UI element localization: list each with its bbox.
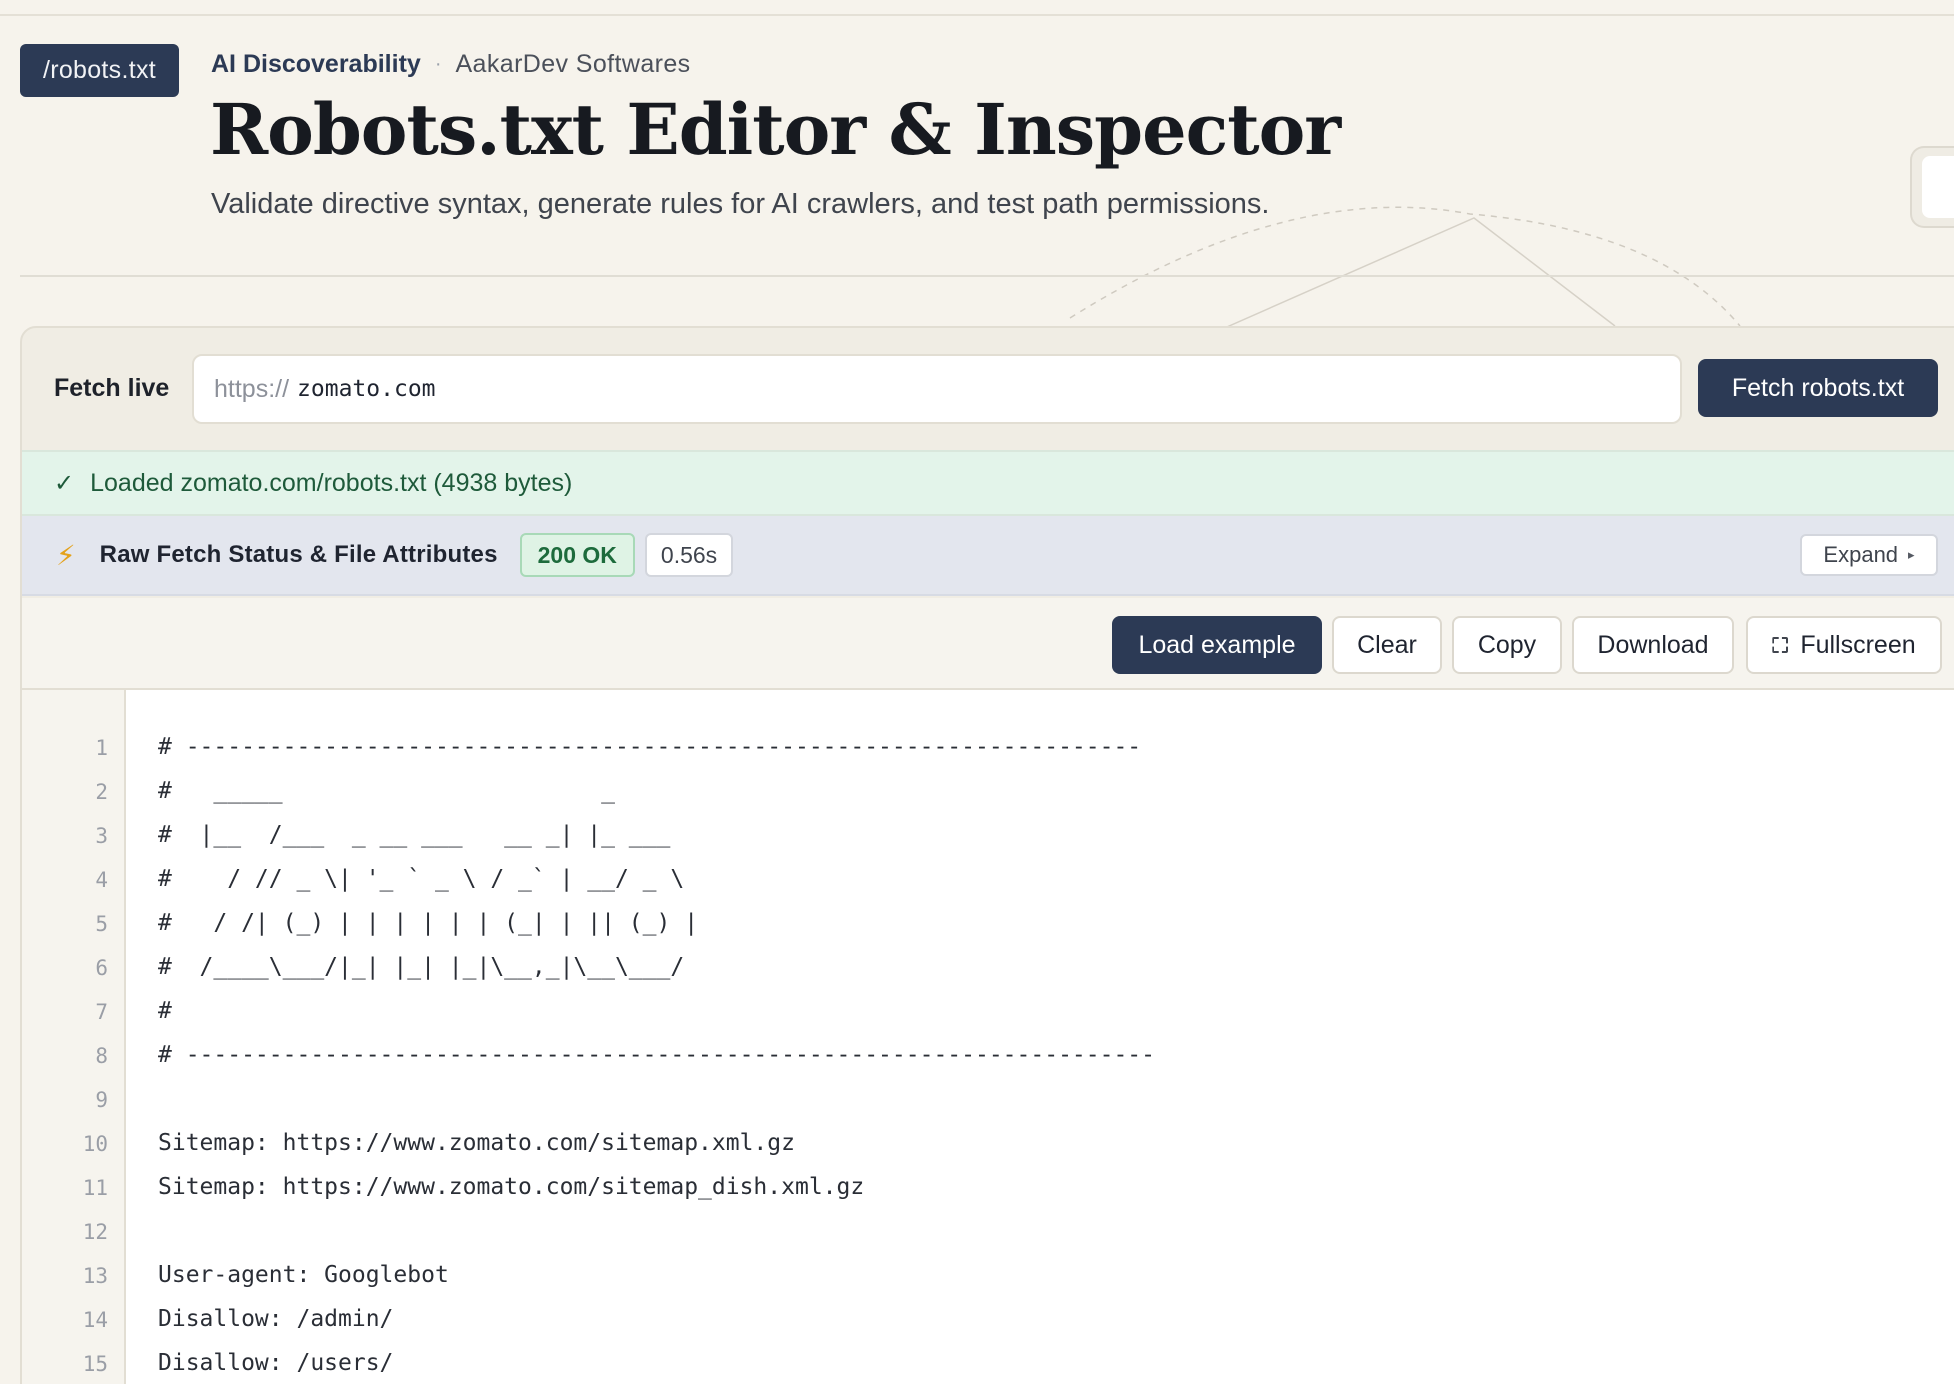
- side-panel-edge: [1910, 146, 1954, 228]
- fetch-status-bar[interactable]: ⚡ Raw Fetch Status & File Attributes 200…: [22, 516, 1954, 596]
- line-number: 11: [82, 1176, 108, 1200]
- breadcrumb-company: AakarDev Softwares: [455, 49, 691, 78]
- line-number: 13: [82, 1264, 108, 1288]
- page-title: Robots.txt Editor & Inspector: [210, 88, 1341, 171]
- lightning-bolt-icon: ⚡: [56, 539, 76, 571]
- expand-label: Expand: [1823, 542, 1899, 567]
- fetch-row: Fetch live https:// Fetch robots.txt: [22, 328, 1954, 450]
- line-number: 10: [82, 1132, 108, 1156]
- breadcrumb: AI Discoverability · AakarDev Softwares: [211, 48, 691, 80]
- line-number: 8: [95, 1044, 108, 1068]
- top-divider: [0, 14, 1954, 16]
- response-time-badge: 0.56s: [644, 533, 734, 577]
- load-example-button[interactable]: Load example: [1112, 616, 1322, 674]
- code-line: Sitemap: https://www.zomato.com/sitemap.…: [158, 1130, 795, 1156]
- breadcrumb-category[interactable]: AI Discoverability: [211, 50, 421, 79]
- code-line: User-agent: Googlebot: [158, 1262, 449, 1288]
- fetch-status-title: Raw Fetch Status & File Attributes: [99, 541, 498, 568]
- url-input[interactable]: [297, 376, 1498, 402]
- code-line: # _____ _: [158, 778, 615, 804]
- url-prefix: https://: [214, 374, 290, 403]
- code-line: # |__ /___ _ __ ___ __ _| |_ ___: [158, 822, 671, 848]
- fetch-live-label: Fetch live: [54, 374, 170, 402]
- chevron-right-icon: ▸: [1908, 547, 1915, 562]
- line-number: 3: [95, 824, 108, 848]
- code-line: # --------------------------------------…: [158, 734, 1142, 760]
- url-field[interactable]: https://: [192, 354, 1682, 424]
- code-line: Sitemap: https://www.zomato.com/sitemap_…: [158, 1174, 865, 1200]
- line-number: 4: [95, 868, 108, 892]
- fullscreen-button[interactable]: Fullscreen: [1746, 616, 1942, 674]
- line-number: 12: [82, 1220, 108, 1244]
- line-number: 2: [95, 780, 108, 804]
- editor-panel: Fetch live https:// Fetch robots.txt ✓ L…: [20, 326, 1954, 1384]
- line-number: 5: [95, 912, 108, 936]
- code-line: Disallow: /admin/: [158, 1306, 394, 1332]
- line-number: 1: [95, 736, 108, 760]
- expand-button[interactable]: Expand ▸: [1800, 534, 1938, 576]
- code-line: # --------------------------------------…: [158, 1042, 1155, 1068]
- line-number: 15: [82, 1352, 108, 1376]
- code-line: #: [158, 998, 172, 1024]
- success-message: Loaded zomato.com/robots.txt (4938 bytes…: [90, 468, 573, 497]
- success-banner: ✓ Loaded zomato.com/robots.txt (4938 byt…: [22, 450, 1954, 516]
- line-number: 7: [95, 1000, 108, 1024]
- code-line: Disallow: /users/: [158, 1350, 394, 1376]
- robots-txt-badge: /robots.txt: [20, 44, 179, 97]
- status-code-badge: 200 OK: [519, 533, 635, 577]
- line-number: 9: [95, 1088, 108, 1112]
- header-divider: [20, 275, 1954, 277]
- fullscreen-icon: [1772, 637, 1789, 653]
- line-number: 6: [95, 956, 108, 980]
- decorative-graphic: [1069, 206, 1741, 330]
- code-editor[interactable]: 1 2 3 4 5 6 7 8 9 10 11 12 13 14 15 # --…: [22, 690, 1954, 1384]
- code-line: # /____\___/|_| |_| |_|\__,_|\__\___/: [158, 954, 685, 980]
- line-number: 14: [82, 1308, 108, 1332]
- fullscreen-label: Fullscreen: [1800, 630, 1916, 659]
- clear-button[interactable]: Clear: [1332, 616, 1442, 674]
- breadcrumb-separator: ·: [434, 52, 442, 75]
- copy-button[interactable]: Copy: [1452, 616, 1562, 674]
- editor-toolbar: Load example Clear Copy Download Fullscr…: [22, 598, 1954, 690]
- fetch-robots-button[interactable]: Fetch robots.txt: [1698, 359, 1938, 417]
- line-number-gutter: 1 2 3 4 5 6 7 8 9 10 11 12 13 14 15: [22, 690, 126, 1384]
- code-line: # / /| (_) | | | | | | (_| | || (_) |: [158, 910, 699, 936]
- code-line: # / // _ \| '_ ` _ \ / _` | __/ _ \: [158, 866, 685, 892]
- download-button[interactable]: Download: [1572, 616, 1734, 674]
- check-icon: ✓: [54, 469, 75, 497]
